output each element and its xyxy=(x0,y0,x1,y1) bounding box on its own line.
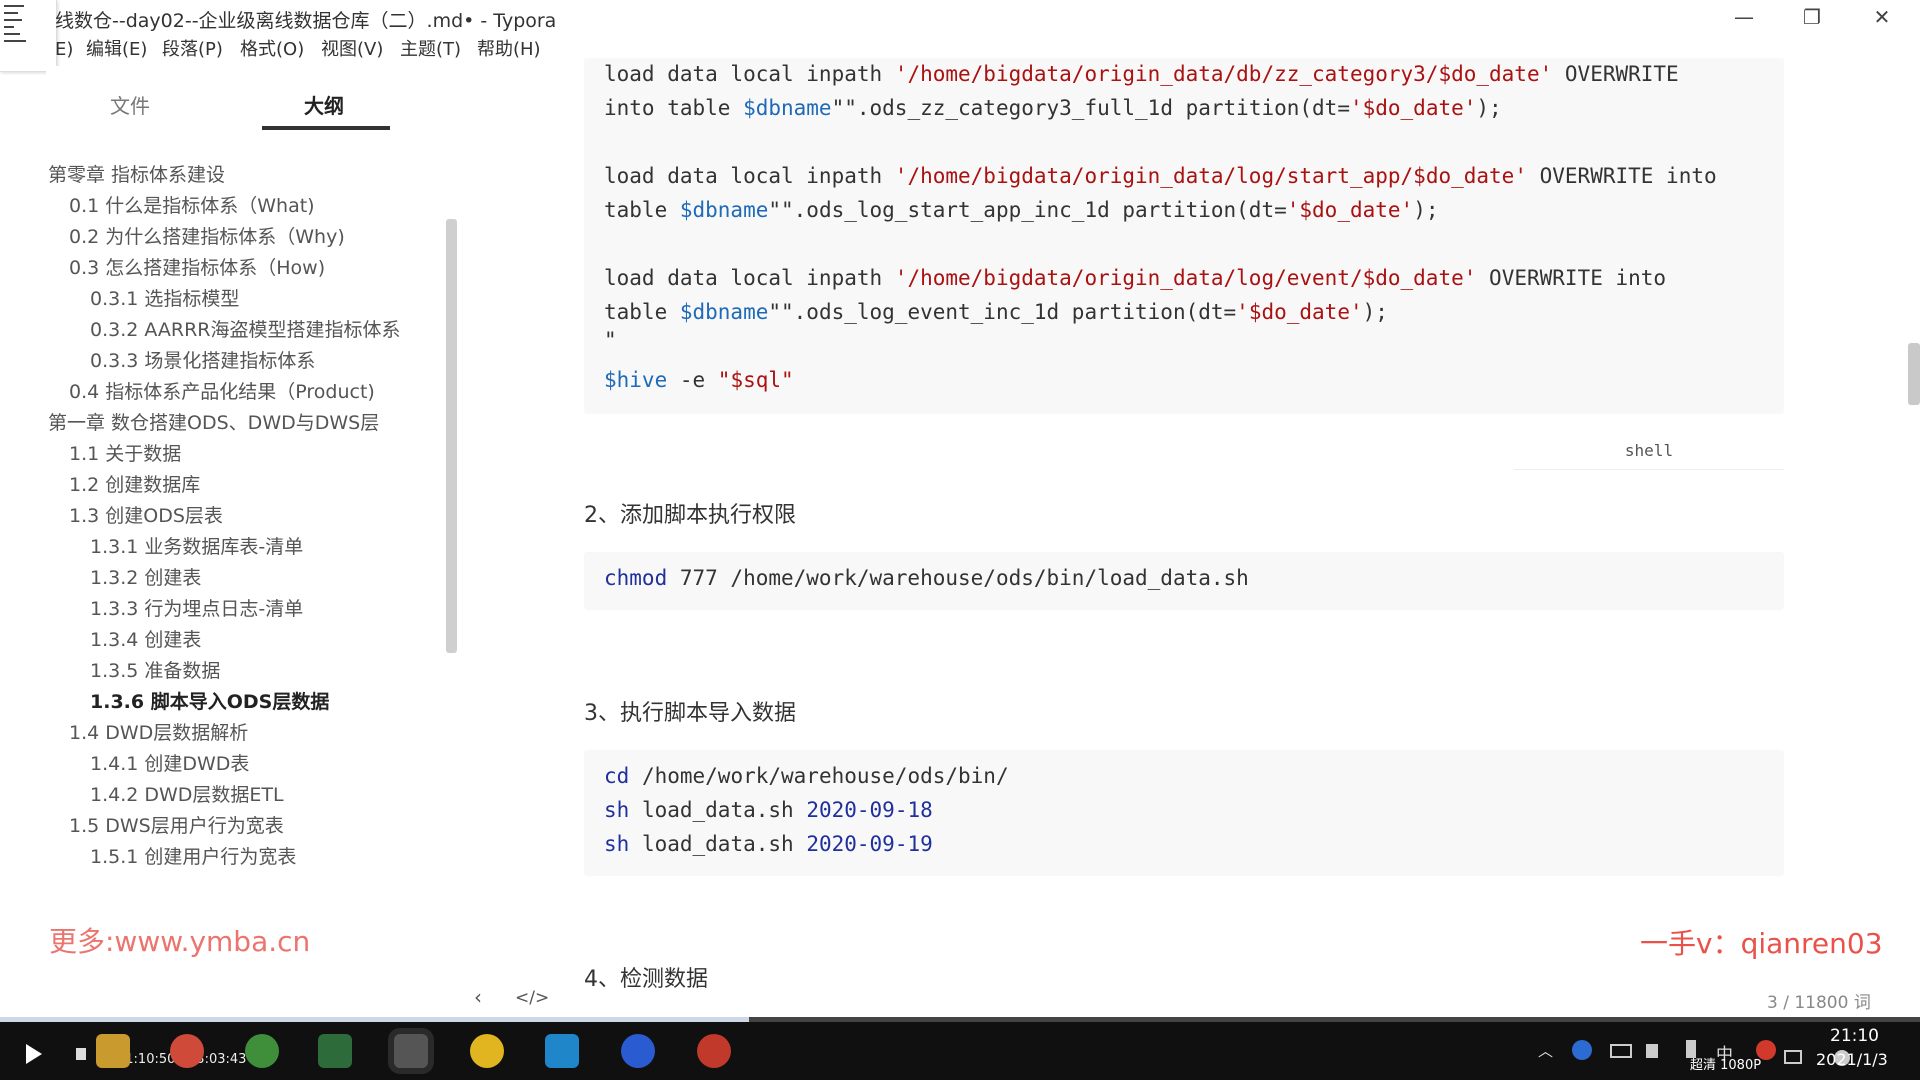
code-line: table $dbname"".ods_log_event_inc_1d par… xyxy=(604,300,1388,324)
outline-item[interactable]: 第零章 指标体系建设 xyxy=(48,160,225,187)
tray-app-icon[interactable] xyxy=(1572,1040,1592,1060)
chrome-icon[interactable] xyxy=(170,1034,204,1068)
back-icon[interactable]: ‹ xyxy=(474,985,482,1009)
outline-item[interactable]: 1.1 关于数据 xyxy=(69,439,181,466)
browser-icon[interactable] xyxy=(245,1034,279,1068)
taskbar xyxy=(0,1020,1920,1080)
app-yellow-icon[interactable] xyxy=(470,1034,504,1068)
outline-item[interactable]: 1.3.3 行为埋点日志-清单 xyxy=(90,594,303,621)
outline-item[interactable]: 1.4 DWD层数据解析 xyxy=(69,718,248,745)
heading-2: 2、添加脚本执行权限 xyxy=(584,503,796,528)
camera-icon[interactable] xyxy=(1784,1050,1802,1064)
sidebar-scrollbar[interactable] xyxy=(446,219,457,653)
watermark-right: 一手v：qianren03 xyxy=(1640,927,1883,960)
play-icon[interactable] xyxy=(26,1044,42,1064)
code-language-tag[interactable]: shell xyxy=(1514,432,1784,470)
outline-item[interactable]: 1.4.1 创建DWD表 xyxy=(90,749,249,776)
code-line: sh load_data.sh 2020-09-18 xyxy=(604,798,933,822)
clock[interactable]: 21:10 xyxy=(1830,1026,1879,1046)
outline-item[interactable]: 0.4 指标体系产品化结果（Product) xyxy=(69,377,375,404)
restore-button[interactable]: ❐ xyxy=(1782,2,1842,32)
outline-item[interactable]: 1.3.4 创建表 xyxy=(90,625,201,652)
heading-3: 3、执行脚本导入数据 xyxy=(584,701,796,726)
menu-file[interactable]: E) xyxy=(55,36,73,64)
menu-theme[interactable]: 主题(T) xyxy=(400,36,461,64)
code-line: load data local inpath '/home/bigdata/or… xyxy=(604,62,1679,86)
watermark-left: 更多:www.ymba.cn xyxy=(49,925,311,958)
outline-item[interactable]: 1.4.2 DWD层数据ETL xyxy=(90,780,284,807)
network-icon[interactable] xyxy=(1610,1044,1632,1058)
video-progress-bar[interactable] xyxy=(0,1017,1920,1022)
code-line: load data local inpath '/home/bigdata/or… xyxy=(604,164,1717,188)
outline-item[interactable]: 1.3 创建ODS层表 xyxy=(69,501,223,528)
file-explorer-icon[interactable] xyxy=(96,1034,130,1068)
date[interactable]: 2021/1/3 xyxy=(1816,1050,1888,1069)
outline-item[interactable]: 1.3.2 创建表 xyxy=(90,563,201,590)
word-count[interactable]: 3 / 11800 词 xyxy=(1767,988,1871,1013)
spreadsheet-icon[interactable] xyxy=(318,1034,352,1068)
outline-item[interactable]: 1.5.1 创建用户行为宽表 xyxy=(90,842,296,869)
tab-outline[interactable]: 大纲 xyxy=(304,90,344,119)
outline-item[interactable]: 1.3.6 脚本导入ODS层数据 xyxy=(90,687,329,714)
speaker-icon[interactable] xyxy=(1646,1044,1658,1058)
tray-expand-icon[interactable]: ︿ xyxy=(1538,1040,1553,1061)
outline-item[interactable]: 1.3.1 业务数据库表-清单 xyxy=(90,532,303,559)
outline-item[interactable]: 0.3 怎么搭建指标体系（How) xyxy=(69,253,325,280)
code-line: $hive -e "$sql" xyxy=(604,368,794,392)
outline-item[interactable]: 0.1 什么是指标体系（What) xyxy=(69,191,315,218)
outline-item[interactable]: 0.3.1 选指标模型 xyxy=(90,284,239,311)
source-code-icon[interactable]: </> xyxy=(515,988,549,1008)
code-line: " xyxy=(604,328,617,352)
minimize-button[interactable]: — xyxy=(1714,2,1774,32)
app-thumbnail[interactable] xyxy=(0,0,57,72)
app-music-icon[interactable] xyxy=(621,1034,655,1068)
outline-item[interactable]: 第一章 数仓搭建ODS、DWD与DWS层 xyxy=(48,408,379,435)
menu-format[interactable]: 格式(O) xyxy=(240,36,304,64)
outline-item[interactable]: 1.2 创建数据库 xyxy=(69,470,200,497)
outline-item[interactable]: 0.3.3 场景化搭建指标体系 xyxy=(90,346,315,373)
editor-scrollbar[interactable] xyxy=(1908,343,1920,405)
code-line: cd /home/work/warehouse/ods/bin/ xyxy=(604,764,1009,788)
code-line: into table $dbname"".ods_zz_category3_fu… xyxy=(604,96,1502,120)
heading-4: 4、检测数据 xyxy=(584,967,708,992)
code-block-shell[interactable]: load data local inpath '/home/bigdata/or… xyxy=(584,58,1784,470)
menu-help[interactable]: 帮助(H) xyxy=(477,36,541,64)
close-button[interactable]: ✕ xyxy=(1852,2,1912,32)
code-line: table $dbname"".ods_log_start_app_inc_1d… xyxy=(604,198,1439,222)
typora-icon[interactable] xyxy=(394,1034,428,1068)
video-progress-fill xyxy=(0,1017,749,1022)
code-block-chmod[interactable]: chmod 777 /home/work/warehouse/ods/bin/l… xyxy=(584,552,1784,610)
outline-item[interactable]: 0.2 为什么搭建指标体系（Why) xyxy=(69,222,345,249)
quality-label[interactable]: 超清 1080P xyxy=(1690,1054,1761,1073)
app-red-icon[interactable] xyxy=(697,1034,731,1068)
menu-view[interactable]: 视图(V) xyxy=(321,36,383,64)
code-line: sh load_data.sh 2020-09-19 xyxy=(604,832,933,856)
volume-icon[interactable] xyxy=(76,1048,86,1060)
window-title: 线数仓--day02--企业级离线数据仓库（二）.md• - Typora xyxy=(55,10,557,32)
outline-item[interactable]: 1.5 DWS层用户行为宽表 xyxy=(69,811,284,838)
tab-files[interactable]: 文件 xyxy=(110,90,150,119)
title-bar: 线数仓--day02--企业级离线数据仓库（二）.md• - Typora — … xyxy=(0,0,1920,72)
outline-item[interactable]: 1.3.5 准备数据 xyxy=(90,656,220,683)
menu-paragraph[interactable]: 段落(P) xyxy=(162,36,223,64)
code-line: load data local inpath '/home/bigdata/or… xyxy=(604,266,1667,290)
code-block-run[interactable]: cd /home/work/warehouse/ods/bin/ sh load… xyxy=(584,750,1784,876)
menu-edit[interactable]: 编辑(E) xyxy=(86,36,147,64)
outline-item[interactable]: 0.3.2 AARRR海盗模型搭建指标体系 xyxy=(90,315,401,342)
active-tab-indicator xyxy=(262,126,390,130)
code-line: chmod 777 /home/work/warehouse/ods/bin/l… xyxy=(604,566,1249,590)
sidebar: 文件 大纲 第零章 指标体系建设 0.1 什么是指标体系（What) 0.2 为什么… xyxy=(46,66,460,1016)
app-blue-icon[interactable] xyxy=(545,1034,579,1068)
